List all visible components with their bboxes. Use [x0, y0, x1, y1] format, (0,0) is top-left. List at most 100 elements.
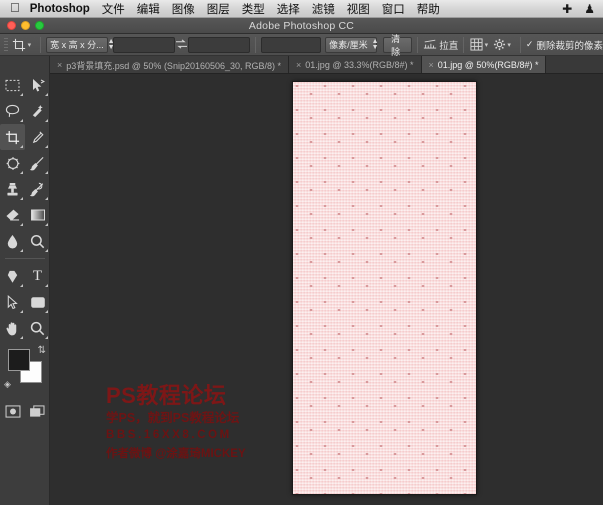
- blur-tool[interactable]: [0, 228, 25, 254]
- tool-flyout-corner: [45, 284, 48, 287]
- options-bar-grip[interactable]: [4, 37, 9, 52]
- horizontal-type-tool[interactable]: T: [25, 263, 50, 289]
- tab-p3-background-psd[interactable]: × p3背景填充.psd @ 50% (Snip20160506_30, RGB…: [50, 56, 290, 73]
- zoom-button[interactable]: [35, 21, 44, 30]
- crosshair-icon[interactable]: ✚: [562, 3, 572, 15]
- tool-flyout-corner: [45, 119, 48, 122]
- menu-select[interactable]: 选择: [277, 1, 300, 17]
- screen-mode-icon[interactable]: [25, 399, 50, 423]
- crop-preset-value: 宽 x 高 x 分...: [50, 40, 104, 50]
- grid-overlay-icon[interactable]: [469, 36, 483, 54]
- apple-logo-icon[interactable]: : [10, 1, 20, 14]
- menu-type[interactable]: 类型: [242, 1, 265, 17]
- watermark-author: 作者微博 @涂嘉琦MICKEY: [106, 447, 246, 460]
- menu-image[interactable]: 图像: [172, 1, 195, 17]
- menu-app-name[interactable]: Photoshop: [30, 3, 90, 15]
- eyedropper-tool[interactable]: [25, 124, 50, 150]
- close-icon[interactable]: ×: [57, 60, 62, 70]
- path-selection-tool[interactable]: [0, 289, 25, 315]
- menu-layer[interactable]: 图层: [207, 1, 230, 17]
- grid-overlay-caret-icon[interactable]: ▾: [485, 41, 489, 49]
- document-tab-bar: × p3背景填充.psd @ 50% (Snip20160506_30, RGB…: [50, 56, 603, 74]
- mac-menu-bar:  Photoshop 文件 编辑 图像 图层 类型 选择 滤镜 视图 窗口 帮…: [0, 0, 603, 18]
- menu-edit[interactable]: 编辑: [137, 1, 160, 17]
- menu-filter[interactable]: 滤镜: [312, 1, 335, 17]
- gradient-tool[interactable]: [25, 202, 50, 228]
- options-separator-4: [463, 36, 465, 53]
- tool-flyout-corner: [20, 119, 23, 122]
- tool-flyout-corner: [20, 284, 23, 287]
- close-icon[interactable]: ×: [429, 60, 434, 70]
- hand-tool[interactable]: [0, 315, 25, 341]
- quick-mask-icon[interactable]: [0, 399, 25, 423]
- canvas-workspace[interactable]: PS教程论坛 学PS，就到PS教程论坛 BBS.16XX8.COM 作者微博 @…: [50, 74, 603, 505]
- spot-healing-brush-tool[interactable]: [0, 150, 25, 176]
- straighten-icon[interactable]: [423, 36, 437, 54]
- gear-icon[interactable]: [492, 36, 506, 54]
- clone-stamp-tool[interactable]: [0, 176, 25, 202]
- delete-cropped-pixels-label: 删除裁剪的像素: [536, 40, 603, 52]
- window-title-bar: Adobe Photoshop CC: [0, 18, 603, 34]
- quick-selection-tool[interactable]: [25, 98, 50, 124]
- rectangular-marquee-tool[interactable]: [0, 72, 25, 98]
- tab-label: p3背景填充.psd @ 50% (Snip20160506_30, RGB/8…: [66, 60, 282, 71]
- menu-file[interactable]: 文件: [102, 1, 125, 17]
- move-tool[interactable]: [25, 72, 50, 98]
- tool-flyout-corner: [45, 197, 48, 200]
- lasso-tool[interactable]: [0, 98, 25, 124]
- gear-caret-icon[interactable]: ▾: [507, 41, 511, 49]
- delete-cropped-pixels-checkbox[interactable]: ✓ 删除裁剪的像素: [526, 38, 603, 52]
- menu-view[interactable]: 视图: [347, 1, 370, 17]
- tool-flyout-corner: [20, 93, 23, 96]
- dodge-tool[interactable]: [25, 228, 50, 254]
- tool-flyout-corner: [45, 223, 48, 226]
- tab-label: 01.jpg @ 50%(RGB/8#) *: [437, 60, 539, 70]
- tool-flyout-corner: [20, 223, 23, 226]
- resolution-unit-select[interactable]: 像素/厘米 ▲ ▼: [325, 36, 379, 53]
- qq-penguin-icon[interactable]: ♟: [584, 3, 595, 15]
- crop-width-input[interactable]: [113, 36, 176, 53]
- close-button[interactable]: [7, 21, 16, 30]
- tool-flyout-corner: [20, 249, 23, 252]
- pen-tool[interactable]: [0, 263, 25, 289]
- zoom-tool[interactable]: [25, 315, 50, 341]
- foreground-color-swatch[interactable]: [8, 349, 30, 371]
- tool-flyout-corner: [20, 310, 23, 313]
- crop-preset-select[interactable]: 宽 x 高 x 分... ▲ ▼: [46, 36, 115, 53]
- rectangle-tool[interactable]: [25, 289, 50, 315]
- options-separator-2: [255, 36, 257, 53]
- straighten-label[interactable]: 拉直: [439, 38, 458, 52]
- tool-flyout-corner: [20, 336, 23, 339]
- tab-01jpg-50[interactable]: × 01.jpg @ 50%(RGB/8#) *: [421, 56, 547, 73]
- clear-button[interactable]: 清除: [383, 34, 412, 57]
- minimize-button[interactable]: [21, 21, 30, 30]
- tool-flyout-corner: [20, 171, 23, 174]
- checkmark-icon: ✓: [525, 39, 534, 49]
- options-separator-3: [416, 36, 418, 53]
- color-swatches: ⇅ ◈: [0, 345, 50, 391]
- watermark-overlay: PS教程论坛 学PS，就到PS教程论坛 BBS.16XX8.COM 作者微博 @…: [106, 383, 326, 462]
- crop-tool-icon[interactable]: [12, 36, 26, 54]
- swap-colors-icon[interactable]: ⇅: [38, 345, 46, 356]
- tool-flyout-corner: [45, 249, 48, 252]
- resolution-unit-value: 像素/厘米: [329, 40, 368, 50]
- menu-window[interactable]: 窗口: [382, 1, 405, 17]
- tool-flyout-corner: [45, 171, 48, 174]
- tool-flyout-corner: [20, 145, 23, 148]
- tool-options-bar: ▾ 宽 x 高 x 分... ▲ ▼ 像素/厘米 ▲ ▼ 清除 拉直 ▾ ▾ ✓…: [0, 34, 603, 57]
- tab-01jpg-33[interactable]: × 01.jpg @ 33.3%(RGB/8#) *: [289, 56, 422, 73]
- crop-resolution-input[interactable]: [261, 36, 322, 53]
- eraser-tool[interactable]: [0, 202, 25, 228]
- menu-help[interactable]: 帮助: [417, 1, 440, 17]
- close-icon[interactable]: ×: [296, 60, 301, 70]
- watermark-subtitle: 学PS，就到PS教程论坛: [106, 411, 240, 426]
- crop-tool[interactable]: [0, 124, 25, 150]
- default-colors-icon[interactable]: ◈: [4, 379, 11, 390]
- mode-buttons: [0, 399, 50, 423]
- brush-tool[interactable]: [25, 150, 50, 176]
- swap-arrows-icon[interactable]: [175, 39, 188, 50]
- history-brush-tool[interactable]: [25, 176, 50, 202]
- crop-tool-preset-caret-icon[interactable]: ▾: [28, 41, 32, 49]
- options-separator-5: [519, 36, 521, 53]
- crop-height-input[interactable]: [188, 36, 251, 53]
